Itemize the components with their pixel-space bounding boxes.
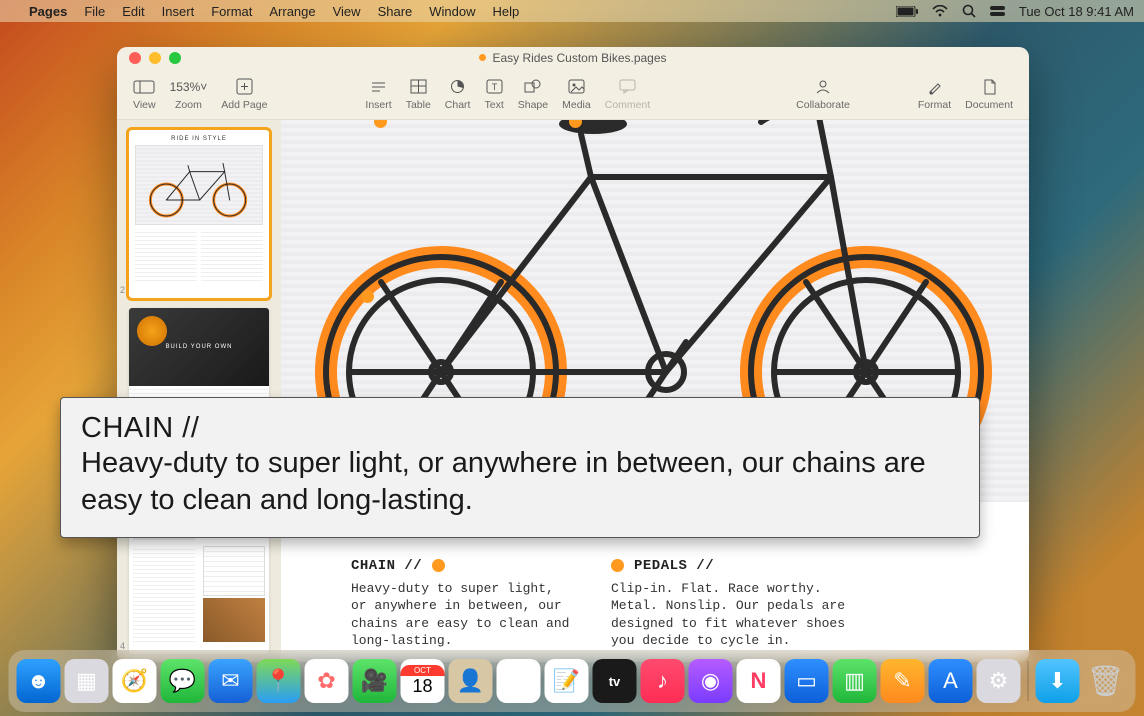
add-page-button[interactable]: Add Page [221,78,267,111]
hover-text-body: Heavy-duty to super light, or anywhere i… [81,445,959,519]
marker-icon [361,290,374,303]
document-icon [983,78,996,96]
dock-trash[interactable]: 🗑 [1084,659,1128,703]
dock-music[interactable]: ♪ [641,659,685,703]
pedals-section[interactable]: PEDALS // Clip-in. Flat. Race worthy. Me… [611,558,851,650]
document-canvas[interactable]: CHAIN // Heavy-duty to super light, or a… [281,120,1029,662]
thumb-header: RIDE IN STYLE [129,136,269,142]
text-button[interactable]: TText [484,78,503,111]
unsaved-dot-icon [479,54,486,61]
dock-settings[interactable]: ⚙ [977,659,1021,703]
brush-icon [927,78,942,96]
page-number: 2 [120,285,125,295]
page-thumbnails[interactable]: RIDE IN STYLE 2 [117,120,281,662]
dock-keynote[interactable]: ▭ [785,659,829,703]
collaborate-button[interactable]: Collaborate [796,78,850,111]
menu-share[interactable]: Share [378,4,413,19]
dock-pages[interactable]: ✎ [881,659,925,703]
pages-window: Easy Rides Custom Bikes.pages View 153% … [117,47,1029,662]
menubar: Pages File Edit Insert Format Arrange Vi… [0,0,1144,22]
chart-button[interactable]: Chart [445,78,471,111]
menubar-clock[interactable]: Tue Oct 18 9:41 AM [1019,4,1134,19]
view-icon [133,78,155,96]
chain-section[interactable]: CHAIN // Heavy-duty to super light, or a… [351,558,576,650]
dock-messages[interactable]: 💬 [161,659,205,703]
dock-appstore[interactable]: A [929,659,973,703]
media-icon [568,78,585,96]
dock-tv[interactable]: tv [593,659,637,703]
marker-icon [432,559,445,572]
chart-icon [449,78,466,96]
menu-insert[interactable]: Insert [162,4,195,19]
wifi-icon[interactable] [932,5,948,17]
menu-file[interactable]: File [84,4,105,19]
dock: ☻▦🧭💬✉📍✿🎥OCT18👤☰📝tv♪◉N▭▥✎A⚙ ⬇🗑 [9,650,1136,712]
format-button[interactable]: Format [918,78,951,111]
shape-button[interactable]: Shape [518,78,548,111]
control-center-icon[interactable] [990,5,1005,17]
toolbar: View 153% ˅Zoom Add Page Insert Table Ch… [117,69,1029,119]
pedals-heading: PEDALS // [634,558,714,574]
table-icon [410,78,427,96]
dock-launchpad[interactable]: ▦ [65,659,109,703]
app-menu[interactable]: Pages [29,4,67,19]
hover-text-preview: CHAIN // Heavy-duty to super light, or a… [60,397,980,538]
menu-format[interactable]: Format [211,4,252,19]
text-icon: T [486,78,503,96]
zoom-select[interactable]: 153% ˅Zoom [170,78,208,111]
table-button[interactable]: Table [406,78,431,111]
dock-separator [1028,661,1029,701]
view-button[interactable]: View [133,78,156,111]
dock-finder[interactable]: ☻ [17,659,61,703]
menu-view[interactable]: View [333,4,361,19]
dock-news[interactable]: N [737,659,781,703]
document-button[interactable]: Document [965,78,1013,111]
dock-calendar[interactable]: OCT18 [401,659,445,703]
dock-podcasts[interactable]: ◉ [689,659,733,703]
dock-maps[interactable]: 📍 [257,659,301,703]
shape-icon [524,78,541,96]
marker-icon [611,559,624,572]
window-title: Easy Rides Custom Bikes.pages [117,51,1029,65]
dock-photos[interactable]: ✿ [305,659,349,703]
insert-button[interactable]: Insert [365,78,391,111]
comment-icon [619,78,636,96]
dock-numbers[interactable]: ▥ [833,659,877,703]
menu-help[interactable]: Help [493,4,520,19]
menu-window[interactable]: Window [429,4,475,19]
hover-text-title: CHAIN // [81,412,959,445]
menu-edit[interactable]: Edit [122,4,144,19]
svg-text:T: T [491,82,497,92]
battery-icon[interactable] [896,6,918,17]
menu-arrange[interactable]: Arrange [269,4,315,19]
thumbnail-page-2[interactable]: RIDE IN STYLE 2 [129,130,269,298]
dock-notes[interactable]: 📝 [545,659,589,703]
insert-icon [370,78,387,96]
pedals-body: Clip-in. Flat. Race worthy. Metal. Nonsl… [611,580,851,650]
chain-heading: CHAIN // [351,558,422,574]
dock-reminders[interactable]: ☰ [497,659,541,703]
collaborate-icon [813,78,833,96]
titlebar[interactable]: Easy Rides Custom Bikes.pages [117,47,1029,69]
dock-mail[interactable]: ✉ [209,659,253,703]
comment-button[interactable]: Comment [605,78,651,111]
plus-icon [236,78,253,96]
chain-body: Heavy-duty to super light, or anywhere i… [351,580,576,650]
media-button[interactable]: Media [562,78,591,111]
spotlight-icon[interactable] [962,4,976,18]
dock-downloads[interactable]: ⬇ [1036,659,1080,703]
dock-contacts[interactable]: 👤 [449,659,493,703]
dock-safari[interactable]: 🧭 [113,659,157,703]
dock-facetime[interactable]: 🎥 [353,659,397,703]
